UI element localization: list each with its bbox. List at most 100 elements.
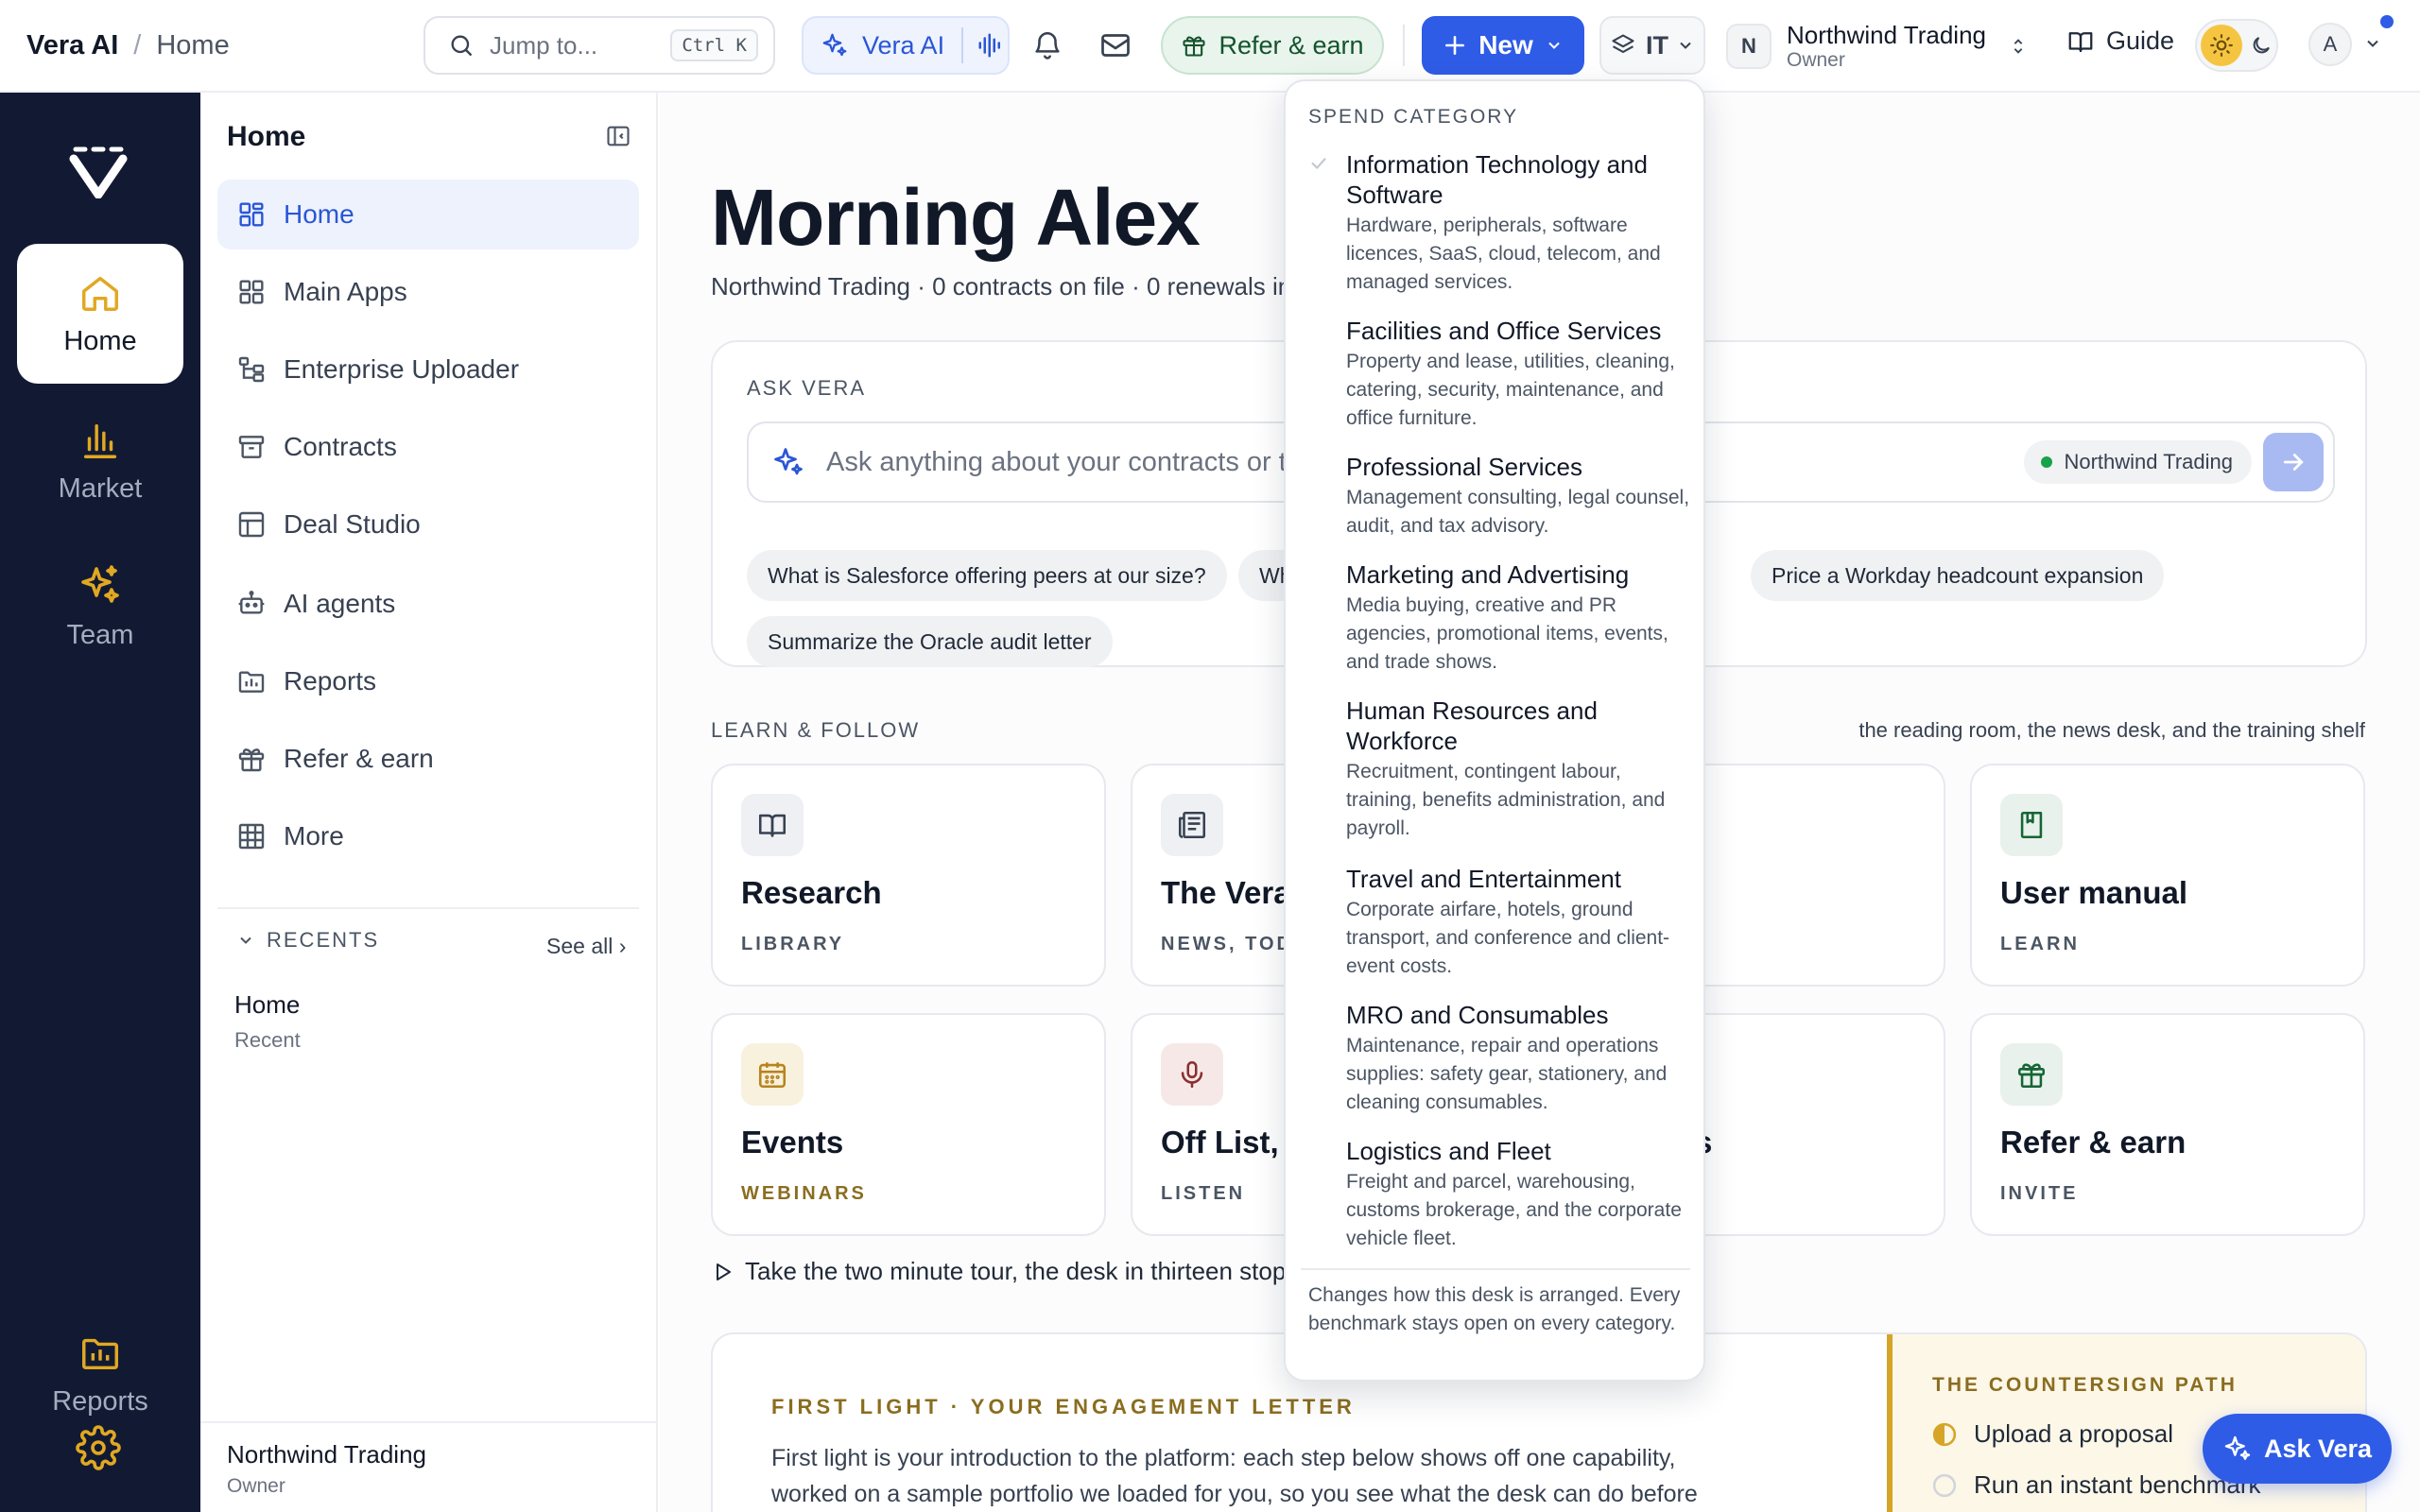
tour-label: Take the two minute tour, the desk in th… [745, 1257, 1287, 1285]
sidebar-footer[interactable]: Northwind Trading Owner [200, 1421, 656, 1512]
option-description: Recruitment, contingent labour, training… [1346, 761, 1666, 839]
vera-ai-button[interactable]: Vera AI [802, 16, 1010, 75]
divider [961, 27, 964, 63]
search-icon [448, 32, 475, 59]
chevron-down-icon [1545, 36, 1564, 55]
sidebar-item-contracts[interactable]: Contracts [217, 412, 639, 482]
user-avatar[interactable]: A [2308, 23, 2352, 66]
option-description: Media buying, creative and PR agencies, … [1346, 594, 1668, 673]
org-switcher[interactable]: N Northwind Trading Owner [1726, 19, 2029, 74]
org-name: Northwind Trading [1787, 21, 1986, 49]
refer-earn-button[interactable]: Refer & earn [1161, 16, 1384, 75]
sidebar-item-ai-agents[interactable]: AI agents [217, 569, 639, 639]
ask-vera-fab[interactable]: Ask Vera [2203, 1414, 2392, 1484]
recents-toggle[interactable]: RECENTS [236, 928, 379, 953]
tile-title: Events [741, 1125, 844, 1160]
microphone-icon [1161, 1043, 1223, 1106]
rail-item-reports[interactable]: Reports [17, 1304, 183, 1444]
suggestion-chip[interactable]: Summarize the Oracle audit letter [747, 616, 1113, 667]
tile-research[interactable]: Research LIBRARY [711, 764, 1106, 987]
spend-category-dropdown: SPEND CATEGORY Information Technology an… [1284, 79, 1705, 1382]
tile-refer-earn[interactable]: Refer & earn INVITE [1970, 1013, 2365, 1236]
tile-user-manual[interactable]: User manual LEARN [1970, 764, 2365, 987]
ask-vera-label: ASK VERA [747, 376, 867, 400]
gift-icon [236, 744, 267, 774]
learn-follow-label: LEARN & FOLLOW [711, 718, 921, 742]
vera-logo-icon[interactable] [68, 146, 129, 198]
search-placeholder: Jump to... [490, 30, 598, 60]
rail-item-team[interactable]: Team [17, 537, 183, 677]
option-title: Facilities and Office Services [1346, 317, 1662, 345]
refer-earn-label: Refer & earn [1219, 30, 1364, 60]
send-button[interactable] [2263, 433, 2324, 491]
status-dot [2041, 456, 2053, 468]
sidebar-item-label: Contracts [284, 432, 397, 461]
recent-item-title[interactable]: Home [234, 990, 300, 1020]
rail-label: Team [66, 619, 134, 650]
org-role: Owner [1787, 49, 1845, 71]
moon-icon[interactable] [2250, 34, 2273, 57]
option-title: Travel and Entertainment [1346, 865, 1621, 893]
tour-link[interactable]: Take the two minute tour, the desk in th… [711, 1257, 1286, 1286]
dropdown-option-facilities[interactable]: Facilities and Office Services Property … [1286, 316, 1703, 433]
sidebar: Home Home Main Apps Enterprise Uploader … [200, 93, 658, 1512]
empty-circle-icon [1932, 1473, 1957, 1498]
page-title: Morning Alex [711, 173, 1201, 262]
suggestion-chip[interactable]: Price a Workday headcount expansion [1751, 550, 2165, 601]
theme-toggle[interactable] [2195, 19, 2278, 72]
bot-icon [236, 589, 267, 619]
sidebar-item-main-apps[interactable]: Main Apps [217, 257, 639, 327]
bell-icon[interactable] [1025, 23, 1070, 68]
dropdown-option-hr[interactable]: Human Resources and Workforce Recruitmen… [1286, 696, 1703, 843]
sidebar-item-enterprise-uploader[interactable]: Enterprise Uploader [217, 335, 639, 404]
learn-follow-subtitle: the reading room, the news desk, and the… [1858, 718, 2365, 742]
dropdown-option-it[interactable]: Information Technology and Software Hard… [1286, 149, 1703, 297]
notification-dot [2380, 15, 2394, 28]
sun-icon[interactable] [2201, 25, 2242, 66]
sidebar-item-more[interactable]: More [217, 801, 639, 871]
sidebar-item-deal-studio[interactable]: Deal Studio [217, 490, 639, 559]
grid-icon [236, 199, 267, 230]
inbox-icon[interactable] [1093, 23, 1138, 68]
path-step[interactable]: Upload a proposal [1932, 1419, 2173, 1449]
gear-icon[interactable] [76, 1425, 121, 1470]
arrow-right-icon [2283, 454, 2304, 471]
see-all-link[interactable]: See all › [546, 934, 626, 959]
tile-title: Refer & earn [2000, 1125, 2187, 1160]
app-name[interactable]: Vera AI [26, 30, 118, 61]
new-button[interactable]: New [1422, 16, 1584, 75]
tile-events[interactable]: Events WEBINARS [711, 1013, 1106, 1236]
path-step[interactable]: Run an instant benchmark [1932, 1470, 2261, 1500]
suggestion-chip[interactable]: What is Salesforce offering peers at our… [747, 550, 1227, 601]
option-description: Hardware, peripherals, software licences… [1346, 215, 1661, 293]
archive-icon [236, 432, 267, 462]
sidebar-item-label: Enterprise Uploader [284, 354, 520, 384]
tile-title: User manual [2000, 875, 2188, 910]
chevron-down-icon[interactable] [2363, 34, 2382, 53]
rail-item-market[interactable]: Market [17, 391, 183, 531]
collapse-sidebar-icon[interactable] [605, 123, 631, 149]
tile-subtitle: LISTEN [1161, 1183, 1246, 1204]
guide-button[interactable]: Guide [2066, 26, 2174, 56]
dropdown-option-mro[interactable]: MRO and Consumables Maintenance, repair … [1286, 1000, 1703, 1117]
dropdown-option-professional-services[interactable]: Professional Services Management consult… [1286, 452, 1703, 541]
sidebar-item-refer-earn[interactable]: Refer & earn [217, 724, 639, 794]
sidebar-title: Home [227, 121, 306, 152]
scope-pill[interactable]: Northwind Trading [2024, 440, 2252, 484]
play-icon [711, 1261, 734, 1283]
home-icon [78, 271, 122, 315]
sidebar-item-home[interactable]: Home [217, 180, 639, 249]
breadcrumb-separator: / [133, 30, 142, 60]
workspace-switcher[interactable]: IT [1599, 16, 1705, 75]
voice-wave-icon[interactable] [977, 31, 1005, 60]
dropdown-option-marketing[interactable]: Marketing and Advertising Media buying, … [1286, 559, 1703, 677]
dropdown-option-logistics[interactable]: Logistics and Fleet Freight and parcel, … [1286, 1136, 1703, 1253]
rail-item-home[interactable]: Home [17, 244, 183, 384]
jump-to-search[interactable]: Jump to... Ctrl K [424, 16, 775, 75]
sidebar-item-label: Main Apps [284, 277, 407, 306]
bar-chart-icon [78, 419, 122, 462]
rail-label: Market [58, 472, 143, 504]
sidebar-item-reports[interactable]: Reports [217, 646, 639, 716]
dropdown-option-travel[interactable]: Travel and Entertainment Corporate airfa… [1286, 864, 1703, 981]
sidebar-item-label: Reports [284, 666, 377, 696]
